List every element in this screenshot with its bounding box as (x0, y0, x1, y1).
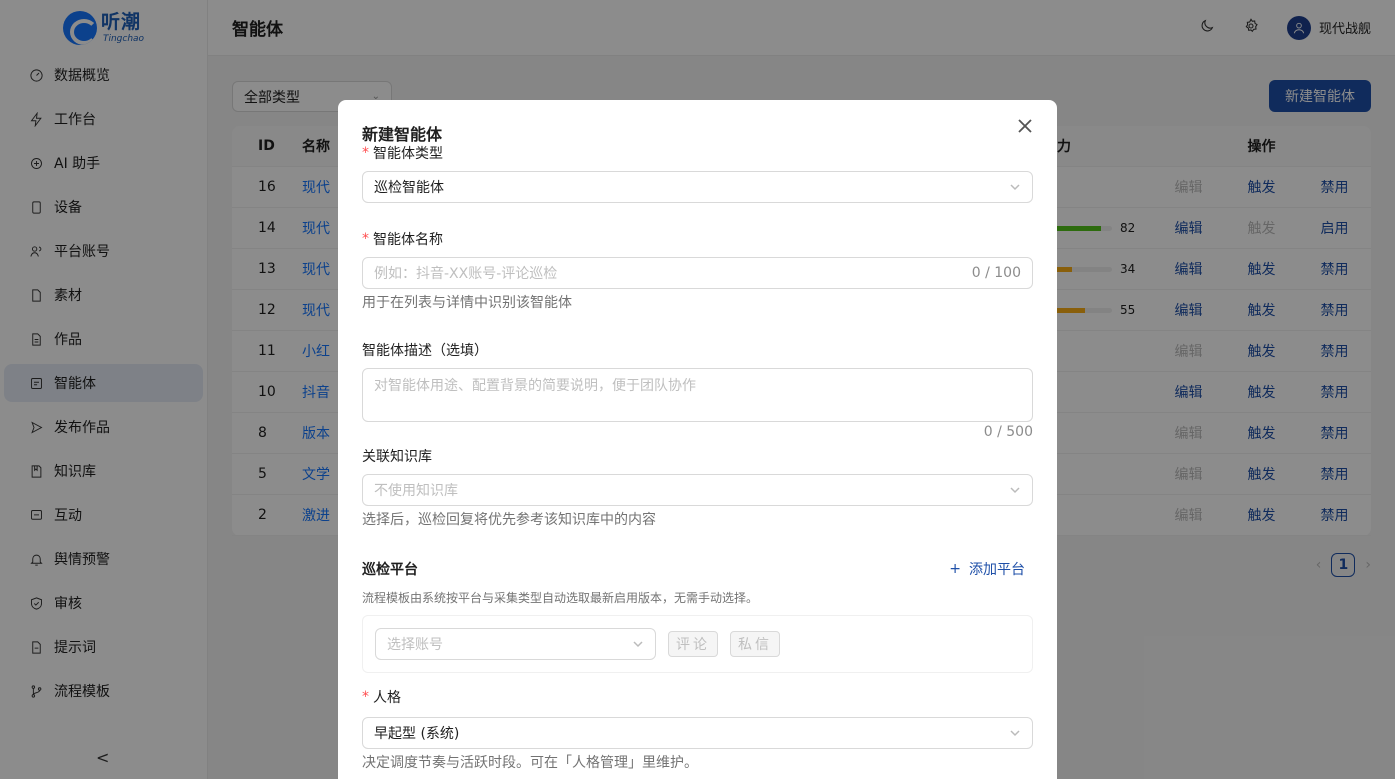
persona-label: * 人格 (362, 689, 401, 706)
agent-name-placeholder: 例如：抖音-XX账号-评论巡检 (374, 266, 558, 282)
name-label: * 智能体名称 (362, 231, 443, 248)
platform-row: 选择账号 评论 私信 (362, 615, 1033, 673)
chevron-down-icon (1009, 181, 1021, 193)
platform-label: 巡检平台 (362, 562, 418, 578)
platform-help: 流程模板由系统按平台与采集类型自动选取最新启用版本，无需手动选择。 (362, 591, 759, 605)
agent-desc-placeholder: 对智能体用途、配置背景的简要说明，便于团队协作 (374, 378, 696, 394)
desc-label: 智能体描述（选填） (362, 343, 488, 359)
add-platform-button[interactable]: + 添加平台 (949, 559, 1025, 579)
agent-type-value: 巡检智能体 (374, 180, 444, 196)
platform-section-header: 巡检平台 + 添加平台 (362, 559, 1033, 579)
account-select[interactable]: 选择账号 (375, 628, 656, 660)
persona-select[interactable]: 早起型 (系统) (362, 717, 1033, 749)
kb-placeholder: 不使用知识库 (374, 483, 458, 499)
close-icon[interactable] (1017, 118, 1037, 138)
type-label: * 智能体类型 (362, 145, 443, 162)
knowledge-base-select[interactable]: 不使用知识库 (362, 474, 1033, 506)
persona-value: 早起型 (系统) (374, 726, 460, 742)
agent-desc-textarea[interactable]: 对智能体用途、配置背景的简要说明，便于团队协作 (362, 368, 1033, 422)
chevron-down-icon (1009, 727, 1021, 739)
kb-help: 选择后，巡检回复将优先参考该知识库中的内容 (362, 512, 656, 528)
account-placeholder: 选择账号 (387, 637, 443, 653)
name-char-count: 0 / 100 (971, 265, 1021, 281)
kb-label: 关联知识库 (362, 449, 432, 465)
chevron-down-icon (632, 638, 644, 650)
dm-tag[interactable]: 私信 (730, 631, 780, 657)
persona-help: 决定调度节奏与活跃时段。可在「人格管理」里维护。 (362, 755, 698, 771)
modal-title: 新建智能体 (362, 125, 443, 144)
agent-name-input[interactable]: 例如：抖音-XX账号-评论巡检 0 / 100 (362, 257, 1033, 289)
agent-type-select[interactable]: 巡检智能体 (362, 171, 1033, 203)
desc-char-count: 0 / 500 (983, 424, 1033, 440)
chevron-down-icon (1009, 484, 1021, 496)
new-agent-modal: 新建智能体 * 智能体类型 巡检智能体 * 智能体名称 例如：抖音-XX账号-评论巡… (338, 100, 1057, 779)
comment-tag[interactable]: 评论 (668, 631, 718, 657)
name-help: 用于在列表与详情中识别该智能体 (362, 295, 572, 311)
plus-icon: + (949, 561, 961, 577)
